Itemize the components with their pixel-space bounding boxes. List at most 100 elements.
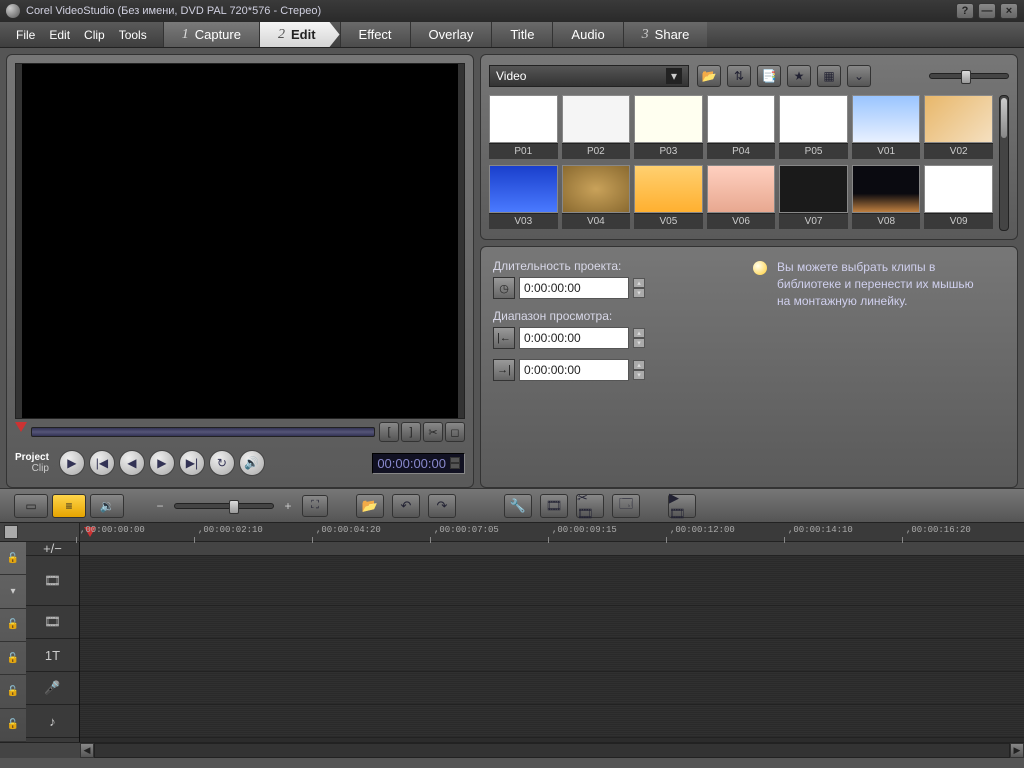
end-button[interactable]: ▶| bbox=[179, 450, 205, 476]
timeline-ruler[interactable]: ,00:00:00:00,00:00:02:10,00:00:04:20,00:… bbox=[0, 522, 1024, 542]
project-duration-field[interactable]: 0:00:00:00 bbox=[519, 277, 629, 299]
menu-file[interactable]: File bbox=[10, 26, 41, 44]
audio-view-button[interactable]: 🔉 bbox=[90, 494, 124, 518]
step-audio[interactable]: Audio bbox=[552, 22, 622, 47]
ruler-tick: ,00:00:07:05 bbox=[434, 525, 499, 535]
minimize-button[interactable]: — bbox=[978, 3, 996, 19]
split-button[interactable]: ✂ bbox=[423, 422, 443, 442]
scroll-left-icon[interactable]: ◀ bbox=[80, 743, 94, 758]
library-item[interactable]: V04 bbox=[562, 165, 631, 231]
track-add-bar[interactable] bbox=[80, 542, 1024, 556]
render-preview-button[interactable]: ▶🎞 bbox=[668, 494, 696, 518]
voice-track-icon[interactable]: 🎤 bbox=[26, 672, 79, 705]
lock-toggle-1[interactable]: 🔓 bbox=[0, 542, 26, 575]
library-item[interactable]: V07 bbox=[779, 165, 848, 231]
lock-toggle-4[interactable]: 🔓 bbox=[0, 675, 26, 708]
library-item[interactable]: P02 bbox=[562, 95, 631, 161]
library-scrollbar[interactable] bbox=[999, 95, 1009, 231]
step-capture[interactable]: 1 Capture bbox=[163, 22, 259, 47]
fit-project-button[interactable]: ⛶ bbox=[302, 495, 328, 517]
library-item[interactable]: V01 bbox=[852, 95, 921, 161]
help-button[interactable]: ? bbox=[956, 3, 974, 19]
step-title[interactable]: Title bbox=[491, 22, 552, 47]
overlay-track[interactable] bbox=[80, 606, 1024, 639]
menu-edit[interactable]: Edit bbox=[43, 26, 76, 44]
zoom-out-icon[interactable]: − bbox=[152, 498, 168, 514]
library-thumb bbox=[707, 165, 776, 213]
music-track[interactable] bbox=[80, 705, 1024, 738]
library-item[interactable]: V09 bbox=[924, 165, 993, 231]
library-item[interactable]: V03 bbox=[489, 165, 558, 231]
mark-in-button[interactable]: [ bbox=[379, 422, 399, 442]
next-button[interactable]: ▶ bbox=[149, 450, 175, 476]
expand-options-button[interactable]: ⌄ bbox=[847, 65, 871, 87]
redo-button[interactable]: ↷ bbox=[428, 494, 456, 518]
spin-up-icon[interactable]: ▴ bbox=[633, 278, 645, 288]
library-item[interactable]: V08 bbox=[852, 165, 921, 231]
sort-button[interactable]: ⇅ bbox=[727, 65, 751, 87]
library-item[interactable]: V02 bbox=[924, 95, 993, 161]
zoom-in-icon[interactable]: + bbox=[280, 498, 296, 514]
lock-toggle-5[interactable]: 🔓 bbox=[0, 709, 26, 742]
step-edit[interactable]: 2 Edit bbox=[259, 22, 340, 47]
scrub-playhead-icon[interactable] bbox=[15, 422, 27, 432]
spin-down-icon[interactable]: ▾ bbox=[633, 288, 645, 298]
dropdown-toggle[interactable]: ▾ bbox=[0, 575, 26, 608]
manage-button[interactable]: 📑 bbox=[757, 65, 781, 87]
step-share[interactable]: 3 Share bbox=[623, 22, 708, 47]
favorite-button[interactable]: ★ bbox=[787, 65, 811, 87]
library-item[interactable]: V06 bbox=[707, 165, 776, 231]
lock-toggle-2[interactable]: 🔓 bbox=[0, 609, 26, 642]
ripple-toggle-icon[interactable] bbox=[4, 525, 18, 539]
voice-track[interactable] bbox=[80, 672, 1024, 705]
volume-button[interactable]: 🔊 bbox=[239, 450, 265, 476]
video-track-icon[interactable]: 🎞 bbox=[26, 556, 79, 606]
prev-button[interactable]: ◀ bbox=[119, 450, 145, 476]
enlarge-button[interactable]: ◻ bbox=[445, 422, 465, 442]
play-button[interactable]: ▶ bbox=[59, 450, 85, 476]
library-item[interactable]: P01 bbox=[489, 95, 558, 161]
library-item[interactable]: P04 bbox=[707, 95, 776, 161]
title-track-icon[interactable]: 1T bbox=[26, 639, 79, 672]
open-folder-button[interactable]: 📂 bbox=[697, 65, 721, 87]
video-track[interactable] bbox=[80, 556, 1024, 606]
home-button[interactable]: |◀ bbox=[89, 450, 115, 476]
title-track[interactable] bbox=[80, 639, 1024, 672]
scroll-right-icon[interactable]: ▶ bbox=[1010, 743, 1024, 758]
menu-clip[interactable]: Clip bbox=[78, 26, 111, 44]
library-item[interactable]: P05 bbox=[779, 95, 848, 161]
music-track-icon[interactable]: ♪ bbox=[26, 705, 79, 738]
multi-trim-button[interactable]: ✂🎞 bbox=[576, 494, 604, 518]
storyboard-view-button[interactable]: ▭ bbox=[14, 494, 48, 518]
library-zoom-slider[interactable] bbox=[929, 73, 1009, 79]
lock-toggle-3[interactable]: 🔓 bbox=[0, 642, 26, 675]
library-category-dropdown[interactable]: Video ▾ bbox=[489, 65, 689, 87]
menu-tools[interactable]: Tools bbox=[113, 26, 153, 44]
library-item[interactable]: V05 bbox=[634, 165, 703, 231]
timeline-view-button[interactable]: ≡ bbox=[52, 494, 86, 518]
mark-out-field[interactable]: 0:00:00:00 bbox=[519, 359, 629, 381]
smart-proxy-button[interactable]: 🔧 bbox=[504, 494, 532, 518]
timeline-scrollbar[interactable]: ◀ ▶ bbox=[0, 742, 1024, 758]
timeline-zoom-slider[interactable] bbox=[174, 503, 274, 509]
repeat-button[interactable]: ↻ bbox=[209, 450, 235, 476]
step-overlay[interactable]: Overlay bbox=[410, 22, 492, 47]
library-option-button[interactable]: ▦ bbox=[817, 65, 841, 87]
track-add-remove[interactable]: +/− bbox=[26, 542, 79, 556]
batch-convert-button[interactable]: 🎞 bbox=[540, 494, 568, 518]
tc-down-icon[interactable] bbox=[450, 463, 460, 469]
preview-viewport[interactable] bbox=[15, 63, 465, 419]
track-manager-button[interactable]: 🗔 bbox=[612, 494, 640, 518]
mark-in-field[interactable]: 0:00:00:00 bbox=[519, 327, 629, 349]
undo-button[interactable]: ↶ bbox=[392, 494, 420, 518]
step-effect[interactable]: Effect bbox=[340, 22, 410, 47]
library-item[interactable]: P03 bbox=[634, 95, 703, 161]
mark-out-button[interactable]: ] bbox=[401, 422, 421, 442]
close-button[interactable]: × bbox=[1000, 3, 1018, 19]
preview-mode[interactable]: Project Clip bbox=[15, 452, 53, 474]
insert-media-button[interactable]: 📂 bbox=[356, 494, 384, 518]
overlay-track-icon[interactable]: 🎞 bbox=[26, 606, 79, 639]
scrub-track[interactable] bbox=[31, 427, 375, 437]
preview-timecode[interactable]: 00:00:00:00 bbox=[372, 453, 465, 474]
library-item-label: P03 bbox=[634, 143, 703, 159]
